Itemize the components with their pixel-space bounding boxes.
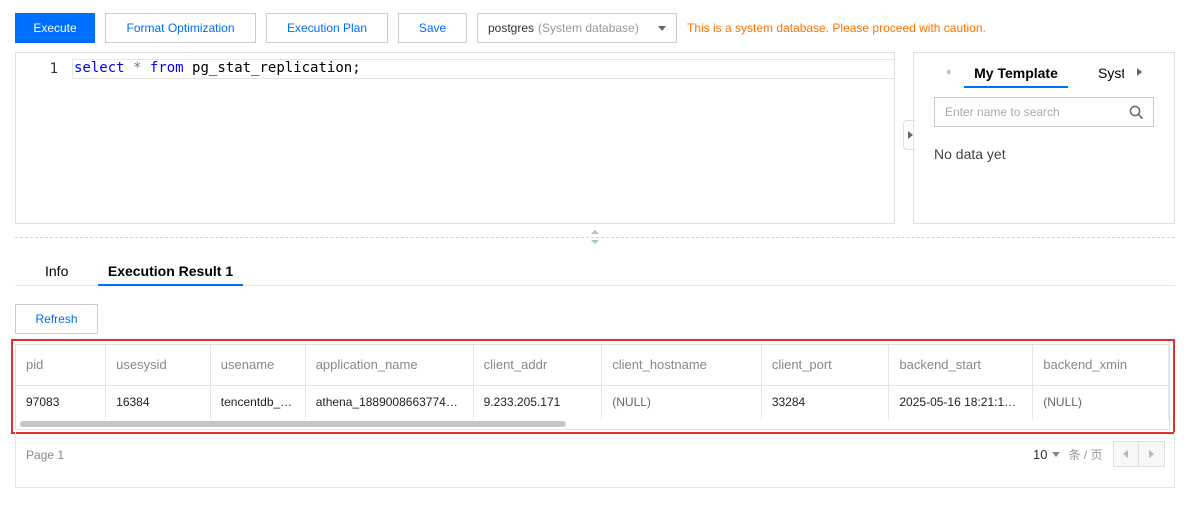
- editor-line[interactable]: 1 select * from pg_stat_replication;: [16, 59, 894, 79]
- result-grid: pid usesysid usename application_name cl…: [15, 344, 1170, 430]
- template-empty-text: No data yet: [934, 146, 1006, 162]
- table-cell[interactable]: tencentdb_…: [210, 385, 306, 419]
- column-header[interactable]: client_port: [761, 345, 890, 386]
- column-header[interactable]: usesysid: [105, 345, 211, 386]
- keyword-select: select: [74, 60, 125, 76]
- table-header-row: pid usesysid usename application_name cl…: [16, 345, 1169, 386]
- tab-execution-result[interactable]: Execution Result 1: [98, 263, 243, 286]
- column-header[interactable]: backend_start: [888, 345, 1034, 386]
- system-db-warning: This is a system database. Please procee…: [687, 21, 986, 35]
- page-size-value: 10: [1033, 447, 1048, 462]
- column-header[interactable]: application_name: [305, 345, 474, 386]
- database-select[interactable]: postgres (System database): [477, 13, 677, 43]
- prev-page-button[interactable]: [1114, 442, 1139, 466]
- result-tabs: Info Execution Result 1: [15, 257, 1175, 286]
- next-page-button[interactable]: [1139, 442, 1164, 466]
- column-header[interactable]: pid: [16, 345, 107, 386]
- database-note: (System database): [538, 21, 639, 35]
- column-header[interactable]: client_hostname: [601, 345, 762, 386]
- result-table: pid usesysid usename application_name cl…: [16, 345, 1169, 419]
- table-cell[interactable]: (NULL): [601, 385, 762, 419]
- tab-my-template[interactable]: My Template: [964, 65, 1068, 88]
- line-number: 1: [49, 61, 58, 77]
- resize-handle-icon[interactable]: [590, 229, 600, 245]
- chevron-down-icon: [658, 26, 666, 31]
- table-cell[interactable]: (NULL): [1032, 385, 1169, 419]
- save-button[interactable]: Save: [398, 13, 467, 43]
- tab-scroll-right-icon[interactable]: [1137, 68, 1142, 76]
- tab-info[interactable]: Info: [45, 263, 68, 286]
- execution-plan-button[interactable]: Execution Plan: [266, 13, 388, 43]
- template-tabs: My Template System: [914, 53, 1174, 89]
- keyword-from: from: [149, 60, 184, 76]
- sql-code[interactable]: select * from pg_stat_replication;: [74, 60, 361, 76]
- horizontal-scrollbar[interactable]: [20, 421, 566, 427]
- format-optimization-button[interactable]: Format Optimization: [105, 13, 256, 43]
- template-search: [934, 97, 1154, 127]
- column-header[interactable]: backend_xmin: [1032, 345, 1169, 386]
- sql-editor[interactable]: 1 select * from pg_stat_replication;: [15, 52, 895, 224]
- table-identifier: pg_stat_replication;: [192, 60, 361, 76]
- table-cell[interactable]: 2025-05-16 18:21:1…: [888, 385, 1034, 419]
- table-cell[interactable]: athena_1889008663774…: [305, 385, 474, 419]
- page-size-select[interactable]: 10 条 / 页: [1033, 446, 1102, 463]
- pager: [1113, 441, 1165, 467]
- database-name: postgres: [488, 21, 535, 35]
- template-panel: My Template System No data yet: [913, 52, 1175, 224]
- table-row[interactable]: 97083 16384 tencentdb_… athena_188900866…: [16, 385, 1169, 419]
- column-header[interactable]: client_addr: [473, 345, 603, 386]
- page-size-unit: 条 / 页: [1068, 448, 1103, 462]
- column-header[interactable]: usename: [210, 345, 306, 386]
- table-cell[interactable]: 97083: [16, 385, 107, 419]
- operator-star: *: [133, 60, 142, 76]
- pagination-bar: Page 1 10 条 / 页: [15, 432, 1175, 488]
- table-cell[interactable]: 16384: [105, 385, 211, 419]
- tab-system-template[interactable]: System: [1098, 65, 1124, 81]
- tab-scroll-left-icon[interactable]: [946, 69, 950, 75]
- table-cell[interactable]: 33284: [761, 385, 890, 419]
- chevron-down-icon: [1052, 452, 1061, 457]
- search-icon[interactable]: [1129, 105, 1143, 119]
- page-label: Page 1: [26, 448, 65, 462]
- template-search-input[interactable]: [935, 98, 1115, 126]
- refresh-button[interactable]: Refresh: [15, 304, 98, 334]
- execute-button[interactable]: Execute: [15, 13, 95, 43]
- table-cell[interactable]: 9.233.205.171: [473, 385, 603, 419]
- toolbar: Execute Format Optimization Execution Pl…: [15, 13, 986, 43]
